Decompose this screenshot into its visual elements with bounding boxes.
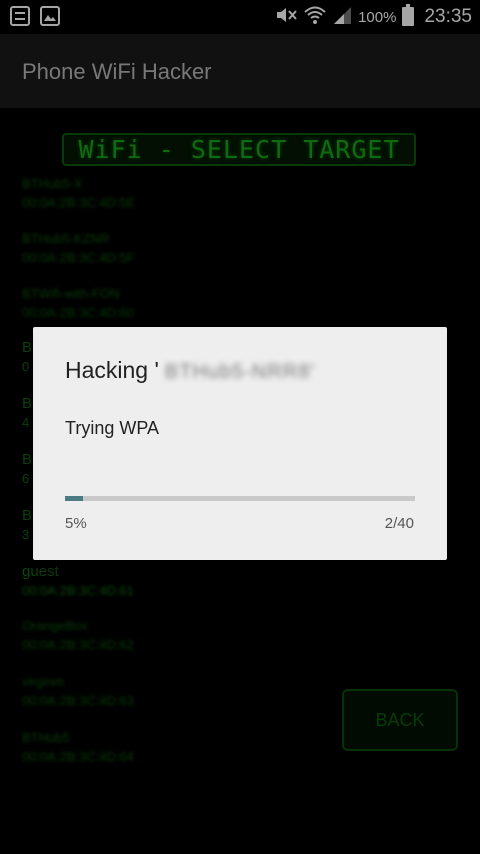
progress-bar-fill: [65, 496, 83, 501]
progress-count: 2/40: [384, 515, 414, 532]
dialog-message: Trying WPA: [65, 418, 160, 438]
progress-bar: [65, 496, 415, 501]
target-ssid: BTHub5-NRR8': [164, 361, 316, 383]
progress-percent: 5%: [65, 515, 87, 532]
hacking-progress-dialog: Hacking ' BTHub5-NRR8' Trying WPA 5% 2/4…: [33, 327, 447, 560]
dialog-title-prefix: Hacking ': [65, 357, 159, 383]
dialog-title: Hacking ' BTHub5-NRR8': [65, 357, 315, 384]
